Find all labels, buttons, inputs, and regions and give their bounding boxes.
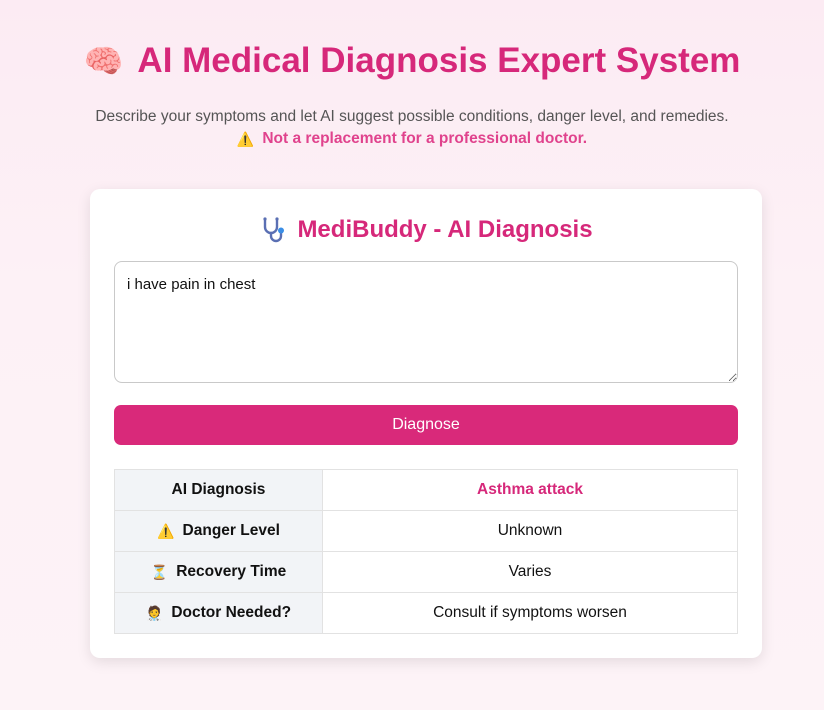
result-label: ⏳ Recovery Time [114,551,323,593]
page-header: 🧠 AI Medical Diagnosis Expert System Des… [0,0,824,148]
table-row: ⚠️ Danger Level Unknown [114,510,738,552]
results-table: AI Diagnosis Asthma attack ⚠️ Danger Lev… [114,469,738,634]
hourglass-icon: ⏳ [150,563,169,580]
warning-icon: ⚠️ [236,131,255,147]
doctor-icon: 🧑‍⚕️ [145,604,164,621]
result-label-text: Recovery Time [176,562,287,580]
brain-icon: 🧠 [83,43,124,79]
disclaimer: ⚠️ Not a replacement for a professional … [0,130,824,148]
diagnosis-card: MediBuddy - AI Diagnosis i have pain in … [90,189,762,658]
result-label-text: Danger Level [182,521,280,539]
disclaimer-text: Not a replacement for a professional doc… [262,130,588,147]
diagnose-button[interactable]: Diagnose [114,405,738,445]
danger-level-value: Unknown [322,510,738,552]
table-row: AI Diagnosis Asthma attack [114,469,738,511]
stethoscope-icon [263,217,285,243]
table-row: 🧑‍⚕️ Doctor Needed? Consult if symptoms … [114,592,738,634]
recovery-time-value: Varies [322,551,738,593]
result-label: ⚠️ Danger Level [114,510,323,552]
result-label: AI Diagnosis [114,469,323,511]
result-label: 🧑‍⚕️ Doctor Needed? [114,592,323,634]
page-subtitle: Describe your symptoms and let AI sugges… [95,108,729,125]
result-label-text: Doctor Needed? [171,603,292,621]
table-row: ⏳ Recovery Time Varies [114,551,738,593]
result-label-text: AI Diagnosis [171,481,266,498]
page-title-text: AI Medical Diagnosis Expert System [137,41,741,80]
symptoms-input[interactable]: i have pain in chest [114,261,738,383]
page-title: 🧠 AI Medical Diagnosis Expert System [0,38,824,84]
card-title-text: MediBuddy - AI Diagnosis [297,216,593,243]
diagnosis-value: Asthma attack [322,469,738,511]
warning-icon: ⚠️ [157,522,175,539]
card-title: MediBuddy - AI Diagnosis [114,215,738,245]
doctor-needed-value: Consult if symptoms worsen [322,592,738,634]
